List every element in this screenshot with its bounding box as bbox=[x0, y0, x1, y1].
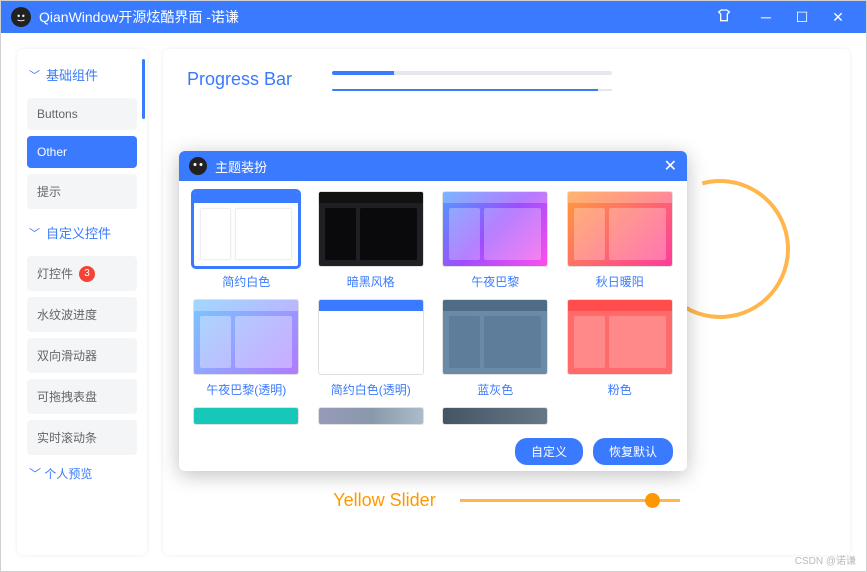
titlebar[interactable]: QianWindow开源炫酷界面 -诺谦 ─ ☐ ✕ bbox=[1, 1, 866, 33]
sidebar-item-dial[interactable]: 可拖拽表盘 bbox=[27, 379, 137, 414]
theme-thumb bbox=[442, 191, 548, 267]
slider-knob[interactable] bbox=[645, 493, 660, 508]
theme-thumb bbox=[193, 191, 299, 267]
theme-card-white[interactable]: 简约白色 bbox=[191, 191, 302, 289]
app-avatar-icon bbox=[11, 7, 31, 27]
sidebar-item-label: 提示 bbox=[37, 183, 61, 200]
sidebar-item-tips[interactable]: 提示 bbox=[27, 174, 137, 209]
sidebar-group-custom[interactable]: ﹀ 自定义控件 bbox=[23, 215, 141, 250]
yellow-slider-section: Yellow Slider bbox=[163, 490, 850, 511]
sidebar-group-basic[interactable]: ﹀ 基础组件 bbox=[23, 57, 141, 92]
theme-thumb bbox=[318, 407, 424, 425]
theme-thumb bbox=[318, 299, 424, 375]
theme-thumb bbox=[567, 299, 673, 375]
window-title: QianWindow开源炫酷界面 -诺谦 bbox=[39, 7, 706, 27]
sidebar-item-buttons[interactable]: Buttons bbox=[27, 98, 137, 130]
chevron-down-icon: ﹀ bbox=[29, 225, 40, 241]
sidebar-item-scroll[interactable]: 实时滚动条 bbox=[27, 420, 137, 455]
theme-card-white-transparent[interactable]: 简约白色(透明) bbox=[316, 299, 427, 397]
sidebar-item-label: 实时滚动条 bbox=[37, 429, 97, 446]
theme-card-midnight-transparent[interactable]: 午夜巴黎(透明) bbox=[191, 299, 302, 397]
progress-section: Progress Bar bbox=[187, 67, 826, 91]
custom-theme-button[interactable]: 自定义 bbox=[515, 438, 583, 465]
app-window: QianWindow开源炫酷界面 -诺谦 ─ ☐ ✕ ﹀ 基础组件 Button… bbox=[0, 0, 867, 572]
theme-label: 简约白色 bbox=[222, 273, 270, 289]
sidebar-scrollbar[interactable] bbox=[142, 59, 145, 119]
yellow-slider[interactable] bbox=[460, 499, 680, 502]
theme-thumb bbox=[193, 299, 299, 375]
sidebar-item-lamp[interactable]: 灯控件 3 bbox=[27, 256, 137, 291]
dialog-titlebar[interactable]: 主题装扮 ✕ bbox=[179, 151, 687, 181]
close-button[interactable]: ✕ bbox=[820, 9, 856, 26]
theme-label: 午夜巴黎(透明) bbox=[206, 381, 286, 397]
theme-thumb bbox=[193, 407, 299, 425]
sidebar-item-label: Other bbox=[37, 145, 67, 159]
maximize-button[interactable]: ☐ bbox=[784, 9, 820, 26]
dialog-title: 主题装扮 bbox=[215, 157, 664, 176]
theme-card-bluegray[interactable]: 蓝灰色 bbox=[440, 299, 551, 397]
theme-card-midnight[interactable]: 午夜巴黎 bbox=[440, 191, 551, 289]
theme-label: 蓝灰色 bbox=[477, 381, 513, 397]
sidebar-item-other[interactable]: Other bbox=[27, 136, 137, 168]
sidebar-item-label: 可拖拽表盘 bbox=[37, 388, 97, 405]
theme-card-photo1[interactable] bbox=[316, 407, 427, 425]
progress-bar-1[interactable] bbox=[332, 71, 612, 75]
progress-title: Progress Bar bbox=[187, 69, 292, 90]
theme-shirt-icon[interactable] bbox=[706, 8, 742, 27]
window-body: ﹀ 基础组件 Buttons Other 提示 ﹀ 自定义控件 灯控件 3 水纹… bbox=[1, 33, 866, 571]
sidebar-item-label: Buttons bbox=[37, 107, 78, 121]
sidebar-cutoff-item[interactable]: ﹀ 个人预览 bbox=[23, 461, 141, 486]
sidebar-item-label: 灯控件 bbox=[37, 265, 73, 282]
theme-thumb bbox=[567, 191, 673, 267]
minimize-button[interactable]: ─ bbox=[748, 9, 784, 25]
theme-label: 简约白色(透明) bbox=[331, 381, 411, 397]
dialog-close-button[interactable]: ✕ bbox=[664, 156, 677, 176]
theme-card-photo2[interactable] bbox=[440, 407, 551, 425]
sidebar: ﹀ 基础组件 Buttons Other 提示 ﹀ 自定义控件 灯控件 3 水纹… bbox=[17, 49, 147, 555]
sidebar-item-label: 双向滑动器 bbox=[37, 347, 97, 364]
yellow-slider-title: Yellow Slider bbox=[333, 490, 435, 511]
theme-card-pink[interactable]: 粉色 bbox=[565, 299, 676, 397]
theme-dialog: 主题装扮 ✕ 简约白色 暗黑风格 午夜巴黎 bbox=[179, 151, 687, 471]
sidebar-group-label: 基础组件 bbox=[46, 65, 98, 84]
theme-label: 粉色 bbox=[608, 381, 632, 397]
sidebar-group-label: 自定义控件 bbox=[46, 223, 111, 242]
dialog-footer: 自定义 恢复默认 bbox=[179, 431, 687, 471]
theme-thumb bbox=[442, 299, 548, 375]
theme-grid: 简约白色 暗黑风格 午夜巴黎 秋日暖阳 bbox=[191, 191, 675, 425]
progress-bars bbox=[332, 71, 826, 91]
sidebar-item-dual-slider[interactable]: 双向滑动器 bbox=[27, 338, 137, 373]
watermark-label: CSDN @诺谦 bbox=[795, 552, 856, 567]
theme-label: 暗黑风格 bbox=[347, 273, 395, 289]
theme-card-teal[interactable] bbox=[191, 407, 302, 425]
theme-label: 午夜巴黎 bbox=[471, 273, 519, 289]
sidebar-item-water[interactable]: 水纹波进度 bbox=[27, 297, 137, 332]
theme-label: 秋日暖阳 bbox=[596, 273, 644, 289]
theme-thumb bbox=[318, 191, 424, 267]
theme-card-sunset[interactable]: 秋日暖阳 bbox=[565, 191, 676, 289]
theme-card-dark[interactable]: 暗黑风格 bbox=[316, 191, 427, 289]
dialog-avatar-icon bbox=[189, 157, 207, 175]
sidebar-item-label: 水纹波进度 bbox=[37, 306, 97, 323]
theme-thumb bbox=[442, 407, 548, 425]
sidebar-badge: 3 bbox=[79, 266, 95, 282]
chevron-down-icon: ﹀ bbox=[29, 67, 40, 83]
dialog-body: 简约白色 暗黑风格 午夜巴黎 秋日暖阳 bbox=[179, 181, 687, 431]
reset-theme-button[interactable]: 恢复默认 bbox=[593, 438, 673, 465]
progress-bar-2[interactable] bbox=[332, 89, 612, 91]
